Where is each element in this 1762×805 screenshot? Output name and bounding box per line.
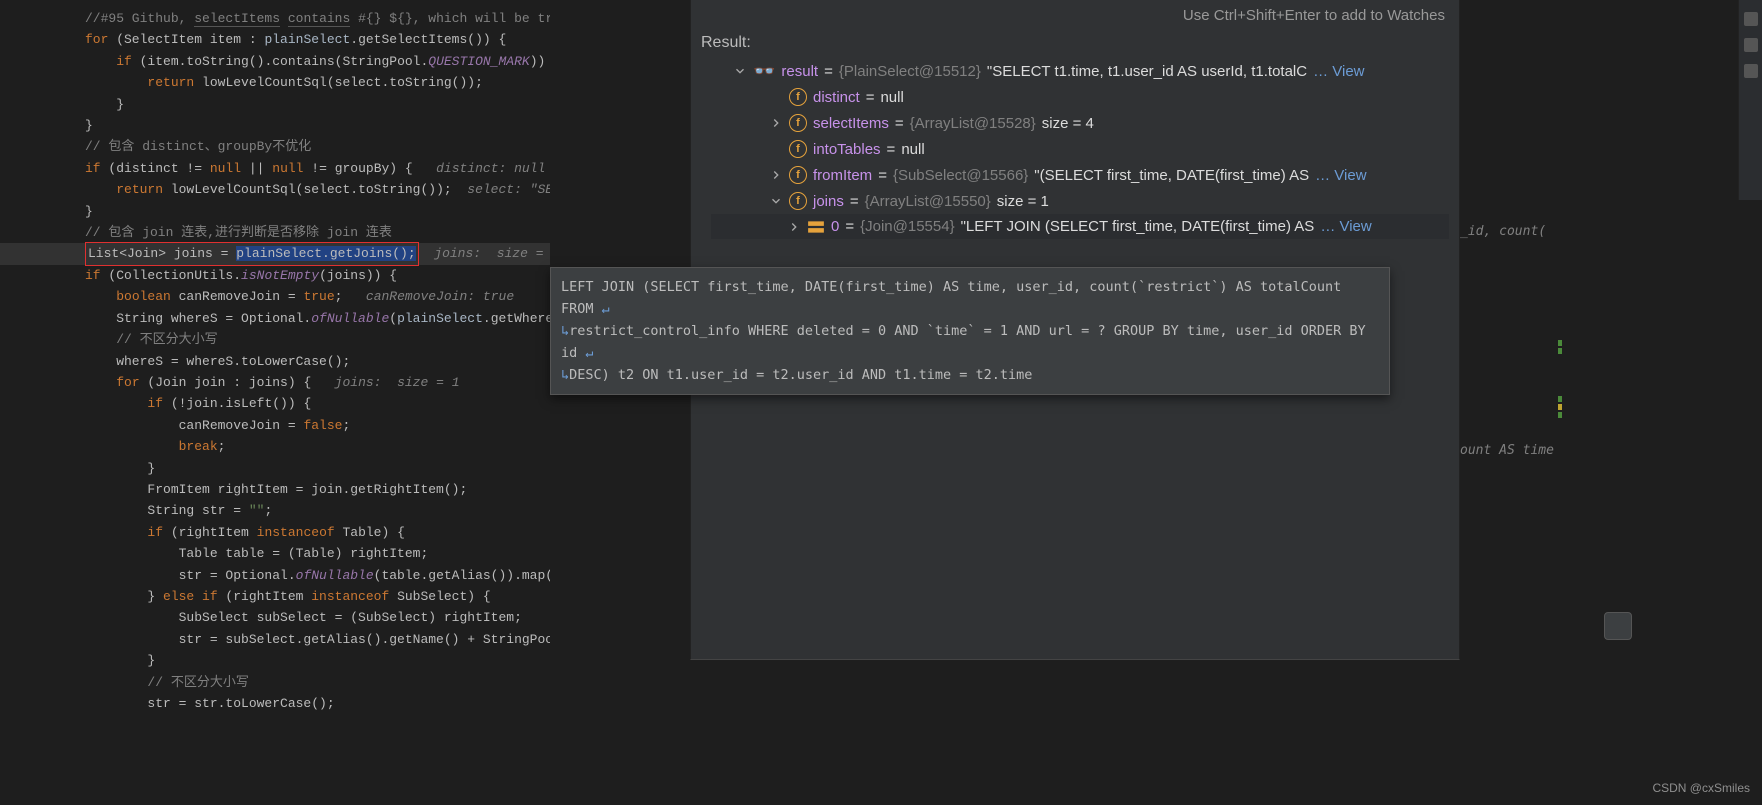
var-name: fromItem bbox=[813, 167, 872, 184]
var-name: distinct bbox=[813, 89, 860, 106]
var-name: result bbox=[781, 63, 818, 80]
chevron-down-icon[interactable] bbox=[769, 194, 783, 208]
value-text: "SELECT t1.time, t1.user_id AS userId, t… bbox=[987, 63, 1307, 80]
view-link[interactable]: … View bbox=[1315, 167, 1366, 184]
view-link[interactable]: … View bbox=[1320, 218, 1371, 235]
chevron-right-icon[interactable] bbox=[769, 116, 783, 130]
var-name: selectItems bbox=[813, 115, 889, 132]
obj-ref: {ArrayList@15528} bbox=[910, 115, 1036, 132]
equals: = bbox=[845, 218, 854, 235]
watermark: CSDN @cxSmiles bbox=[1652, 781, 1750, 795]
close-button[interactable] bbox=[1604, 612, 1632, 640]
editor-minimap[interactable] bbox=[1558, 340, 1562, 540]
field-icon: f bbox=[789, 114, 807, 132]
size-text: size = 1 bbox=[997, 193, 1049, 210]
size-text: size = 4 bbox=[1042, 115, 1094, 132]
glasses-icon: 👓 bbox=[753, 62, 775, 80]
view-link[interactable]: … View bbox=[1313, 63, 1364, 80]
code-editor[interactable]: //#95 Github, selectItems contains #{} $… bbox=[0, 0, 550, 805]
hint-line: ount AS time bbox=[1460, 440, 1760, 461]
inlay-hints-right: _id, count( ount AS time bbox=[1460, 178, 1760, 483]
chevron-right-icon[interactable] bbox=[769, 168, 783, 182]
hint-line: _id, count( bbox=[1460, 221, 1760, 242]
right-toolbar[interactable] bbox=[1738, 0, 1762, 200]
var-name: intoTables bbox=[813, 141, 881, 158]
tree-node-fromItem[interactable]: f fromItem = {SubSelect@15566} "(SELECT … bbox=[711, 162, 1449, 188]
array-element-icon bbox=[807, 220, 825, 234]
equals: = bbox=[824, 63, 833, 80]
obj-ref: {PlainSelect@15512} bbox=[839, 63, 981, 80]
popup-line: LEFT JOIN (SELECT first_time, DATE(first… bbox=[561, 279, 1341, 317]
chevron-down-icon[interactable] bbox=[733, 64, 747, 78]
tree-node-selectItems[interactable]: f selectItems = {ArrayList@15528} size =… bbox=[711, 110, 1449, 136]
tree-node-distinct[interactable]: f distinct = null bbox=[711, 84, 1449, 110]
result-label: Result: bbox=[701, 34, 1449, 58]
field-icon: f bbox=[789, 140, 807, 158]
popup-line: restrict_control_info WHERE deleted = 0 … bbox=[561, 323, 1366, 361]
equals: = bbox=[887, 141, 896, 158]
value-text: "LEFT JOIN (SELECT first_time, DATE(firs… bbox=[961, 218, 1315, 235]
equals: = bbox=[866, 89, 875, 106]
value-text: null bbox=[901, 141, 924, 158]
tool-icon[interactable] bbox=[1744, 64, 1758, 78]
tool-icon[interactable] bbox=[1744, 12, 1758, 26]
tool-icon[interactable] bbox=[1744, 38, 1758, 52]
equals: = bbox=[878, 167, 887, 184]
obj-ref: {ArrayList@15550} bbox=[865, 193, 991, 210]
watch-hint: Use Ctrl+Shift+Enter to add to Watches bbox=[701, 5, 1449, 34]
field-icon: f bbox=[789, 192, 807, 210]
spacer bbox=[769, 90, 783, 104]
obj-ref: {Join@15554} bbox=[860, 218, 954, 235]
value-tooltip: LEFT JOIN (SELECT first_time, DATE(first… bbox=[550, 267, 1390, 395]
field-icon: f bbox=[789, 166, 807, 184]
result-tree[interactable]: 👓 result = {PlainSelect@15512} "SELECT t… bbox=[701, 58, 1449, 239]
chevron-right-icon[interactable] bbox=[787, 220, 801, 234]
breadcrumb[interactable] bbox=[0, 779, 20, 805]
tree-node-join-0[interactable]: 0 = {Join@15554} "LEFT JOIN (SELECT firs… bbox=[711, 214, 1449, 239]
spacer bbox=[769, 142, 783, 156]
equals: = bbox=[850, 193, 859, 210]
popup-line: DESC) t2 ON t1.user_id = t2.user_id AND … bbox=[569, 367, 1032, 383]
tree-node-intoTables[interactable]: f intoTables = null bbox=[711, 136, 1449, 162]
tree-node-joins[interactable]: f joins = {ArrayList@15550} size = 1 bbox=[711, 188, 1449, 214]
tree-node-result[interactable]: 👓 result = {PlainSelect@15512} "SELECT t… bbox=[711, 58, 1449, 84]
obj-ref: {SubSelect@15566} bbox=[893, 167, 1028, 184]
value-text: null bbox=[880, 89, 903, 106]
var-name: joins bbox=[813, 193, 844, 210]
var-name: 0 bbox=[831, 218, 839, 235]
value-text: "(SELECT first_time, DATE(first_time) AS bbox=[1034, 167, 1309, 184]
field-icon: f bbox=[789, 88, 807, 106]
equals: = bbox=[895, 115, 904, 132]
